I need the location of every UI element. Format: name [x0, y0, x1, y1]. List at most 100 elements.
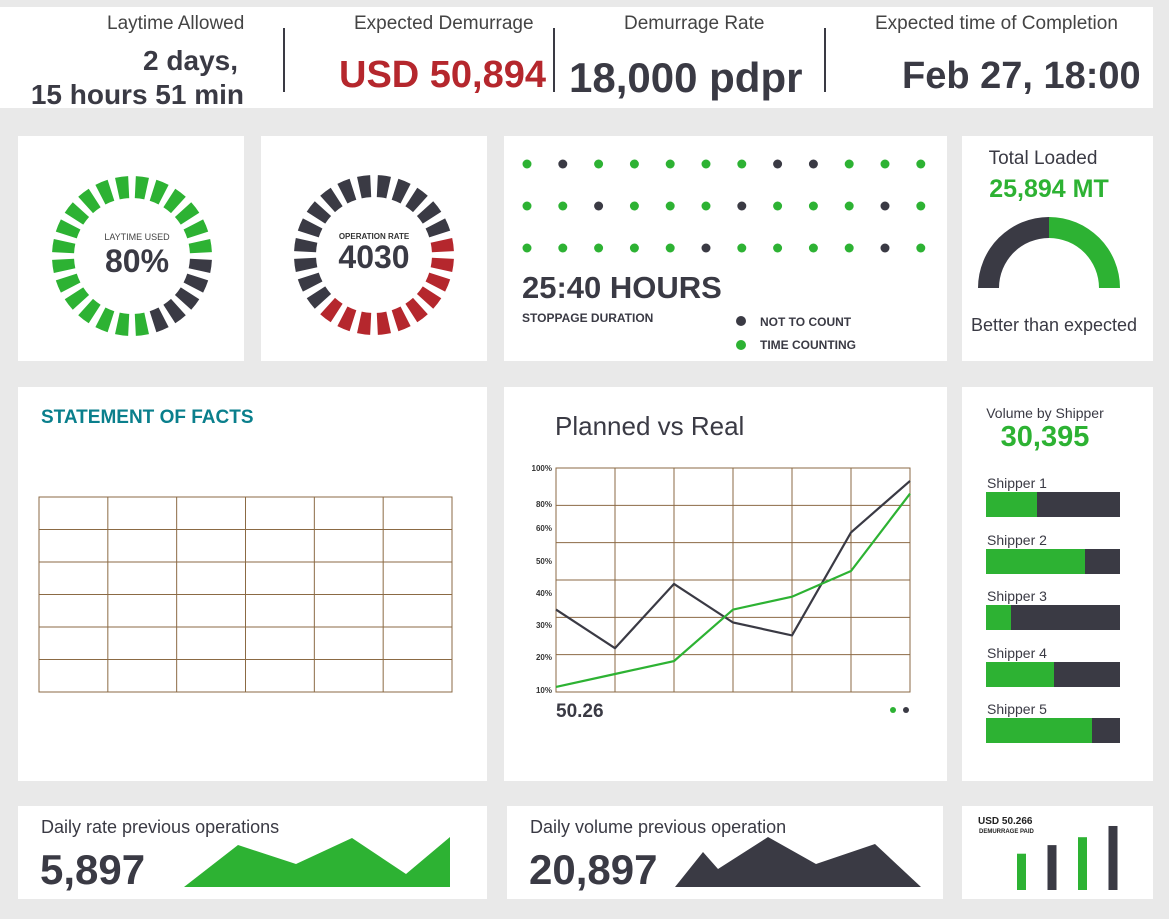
y-tick-label: 40% — [536, 589, 552, 598]
operation-ring-segment — [306, 201, 332, 224]
operation-rate-value: 4030 — [338, 239, 409, 275]
shipper-bar — [986, 492, 1120, 517]
shipper-bar-fill — [986, 718, 1092, 743]
total-loaded-label: Total Loaded — [989, 148, 1098, 169]
operation-ring-segment — [430, 257, 454, 272]
operation-ring-segment — [297, 272, 323, 292]
dot-not-to-count — [737, 201, 747, 211]
operation-ring-segment — [294, 238, 318, 253]
laytime-used-ring: LAYTIME USED 80% — [52, 176, 212, 336]
statement-table — [38, 496, 453, 693]
laytime-ring-segment — [95, 179, 115, 205]
laytime-ring-segment — [149, 307, 169, 333]
laytime-used-card: LAYTIME USED 80% — [18, 136, 244, 361]
operation-ring-segment — [416, 286, 442, 309]
dot-time-counting — [808, 243, 818, 253]
operation-ring-segment — [320, 297, 343, 323]
laytime-allowed-value-line2: 15 hours 51 min — [30, 79, 244, 110]
dot-time-counting — [916, 159, 926, 169]
header-divider — [553, 28, 555, 92]
operation-ring-segment — [320, 187, 343, 213]
daily-volume-card: Daily volume previous operation 20,897 — [507, 806, 943, 899]
operation-ring-segment — [337, 178, 357, 204]
operation-ring-segment — [376, 175, 391, 199]
dot-time-counting — [808, 201, 818, 211]
laytime-ring-segment — [55, 219, 81, 239]
legend-counting: TIME COUNTING — [760, 338, 856, 352]
stoppage-value: 25:40 HOURS — [522, 270, 722, 305]
operation-ring-segment — [297, 218, 323, 238]
laytime-ring-segment — [188, 258, 212, 273]
laytime-ring-segment — [52, 239, 76, 254]
dot-time-counting — [522, 243, 532, 253]
planned-vs-real-card: Planned vs Real 100% 80% 60% 50% 40% 30% 20% 10… — [504, 387, 947, 781]
header-bar: Laytime Allowed 2 days, 15 hours 51 min … — [0, 7, 1153, 110]
total-loaded-card: Total Loaded 25,894 MT Better than expec… — [962, 136, 1153, 361]
dot-not-to-count — [880, 243, 890, 253]
series-dot-planned — [903, 707, 909, 713]
total-loaded-gauge: Total Loaded 25,894 MT Better than expec… — [971, 148, 1137, 335]
laytime-ring-segment — [64, 202, 90, 225]
dot-time-counting — [773, 243, 783, 253]
operation-ring-segment — [405, 187, 428, 213]
laytime-allowed-value-line1: 2 days, — [143, 45, 238, 76]
daily-volume-area — [675, 837, 921, 887]
shipper-bar-fill — [986, 605, 1012, 630]
laytime-ring-segment — [174, 202, 200, 225]
y-tick-label: 20% — [536, 653, 552, 662]
demurrage-paid-bar — [1017, 853, 1026, 890]
dot-time-counting — [558, 243, 568, 253]
daily-volume-value: 20,897 — [529, 846, 658, 893]
dot-not-to-count — [558, 159, 568, 169]
volume-by-shipper-card: Volume by Shipper 30,395 Shipper 1 Shippe… — [962, 387, 1153, 781]
series-dot-real — [890, 707, 896, 713]
operation-ring-segment — [391, 178, 411, 204]
operation-ring-segment — [405, 297, 428, 323]
shipper-bar-fill — [986, 548, 1086, 574]
laytime-ring-segment — [115, 176, 130, 200]
laytime-ring-segment — [163, 188, 186, 214]
demurrage-rate-value: 18,000 pdpr — [569, 54, 803, 101]
daily-volume-sparkline — [675, 837, 921, 887]
dot-time-counting — [522, 159, 532, 169]
dot-time-counting — [665, 159, 675, 169]
dot-time-counting — [629, 243, 639, 253]
laytime-allowed-label: Laytime Allowed — [107, 13, 245, 34]
dot-not-to-count — [594, 201, 604, 211]
completion-label: Expected time of Completion — [875, 13, 1118, 34]
laytime-used-value: 80% — [105, 243, 169, 279]
laytime-ring-segment — [174, 287, 200, 310]
laytime-ring-segment — [183, 273, 209, 293]
laytime-ring-segment — [78, 188, 101, 214]
operation-rate-card: OPERATION RATE 4030 — [261, 136, 487, 361]
laytime-ring-segment — [134, 176, 149, 200]
dot-time-counting — [665, 243, 675, 253]
demurrage-paid-bar — [1078, 837, 1087, 890]
shipper-label: Shipper 2 — [987, 531, 1047, 548]
dot-not-to-count — [773, 159, 783, 169]
operation-ring-segment — [425, 272, 451, 292]
dot-time-counting — [701, 159, 711, 169]
dot-time-counting — [629, 159, 639, 169]
shipper-bar — [986, 548, 1120, 574]
dot-time-counting — [594, 243, 604, 253]
shipper-label: Shipper 5 — [987, 701, 1047, 717]
laytime-ring-segment — [64, 287, 90, 310]
daily-rate-card: Daily rate previous operations 5,897 — [18, 806, 487, 899]
laytime-ring-segment — [183, 219, 209, 239]
laytime-ring-segment — [95, 307, 115, 333]
stoppage-card: 25:40 HOURS STOPPAGE DURATION NOT TO COU… — [504, 136, 947, 361]
operation-ring-segment — [337, 306, 357, 332]
operation-ring-segment — [357, 175, 372, 199]
y-tick-label: 10% — [536, 686, 552, 695]
expected-demurrage-label: Expected Demurrage — [354, 13, 534, 34]
y-tick-label: 50% — [536, 557, 552, 566]
daily-rate-value: 5,897 — [40, 846, 146, 893]
operation-rate-ring: OPERATION RATE 4030 — [294, 175, 454, 335]
y-tick-label: 100% — [532, 464, 552, 473]
dot-time-counting — [629, 201, 639, 211]
shipper-bar-fill — [986, 492, 1037, 517]
legend-dot-not-count — [736, 316, 746, 326]
y-tick-label: 60% — [536, 524, 552, 533]
dot-time-counting — [737, 243, 747, 253]
